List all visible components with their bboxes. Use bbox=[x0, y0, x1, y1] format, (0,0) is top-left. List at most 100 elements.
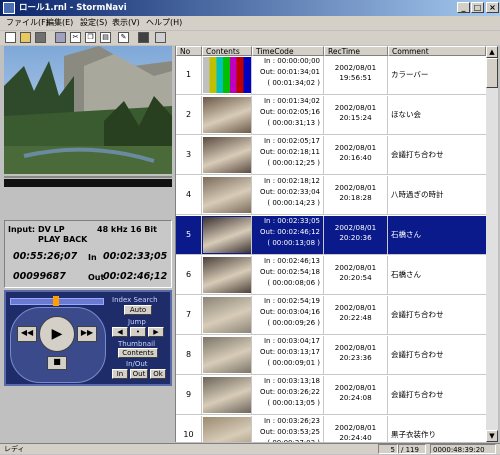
video-preview bbox=[4, 46, 172, 174]
timecode-cell: In : 00:02:54;19 Out: 00:03:04;16 ( 00:00:… bbox=[252, 296, 324, 334]
minimize-button[interactable]: _ bbox=[457, 2, 470, 13]
rectime-date: 2002/08/01 bbox=[334, 423, 377, 432]
contents-button[interactable]: Contents bbox=[118, 348, 158, 358]
capture-icon[interactable] bbox=[55, 32, 66, 43]
thumbnail-image[interactable] bbox=[202, 296, 252, 334]
row-number: 3 bbox=[176, 136, 202, 174]
timecode-dur: ( 00:00:13;08 ) bbox=[267, 239, 320, 247]
rectime-cell: 2002/08/01 20:16:40 bbox=[324, 136, 388, 174]
table-row[interactable]: 3 In : 00:02:05;17 Out: 00:02:18;11 ( 00:00… bbox=[176, 136, 486, 175]
table-row[interactable]: 2 In : 00:01:34;02 Out: 00:02:05;16 ( 00:00… bbox=[176, 96, 486, 135]
table-row[interactable]: 5 In : 00:02:33;05 Out: 00:02:46;12 ( 00:00… bbox=[176, 216, 486, 255]
thumbnail-picture bbox=[203, 337, 251, 373]
edit-icon[interactable]: ✎ bbox=[118, 32, 129, 43]
timecode-cell: In : 00:00:00;00 Out: 00:01:34;01 ( 00:01:… bbox=[252, 56, 324, 94]
rectime-time: 20:18:28 bbox=[339, 193, 372, 202]
table-row[interactable]: 1 In : 00:00:00;00 Out: 00:01:34;01 ( 00:01… bbox=[176, 56, 486, 95]
thumbnail-image[interactable] bbox=[202, 136, 252, 174]
menu-view[interactable]: 表示(V) bbox=[112, 17, 140, 29]
auto-button[interactable]: Auto bbox=[124, 305, 152, 315]
table-row[interactable]: 9 In : 00:03:13;18 Out: 00:03:26;22 ( 00:00… bbox=[176, 376, 486, 415]
comment-cell[interactable]: 石橋さん bbox=[388, 256, 486, 294]
col-contents[interactable]: Contents bbox=[202, 46, 252, 56]
thumbnail-image[interactable] bbox=[202, 416, 252, 442]
menu-edit[interactable]: 編集(E) bbox=[46, 17, 73, 29]
print-icon[interactable] bbox=[155, 32, 166, 43]
timecode-out: Out: 00:02:46;12 bbox=[260, 228, 320, 236]
menu-help[interactable]: ヘルプ(H) bbox=[146, 17, 182, 29]
comment-cell[interactable]: 会議打ち合わせ bbox=[388, 136, 486, 174]
col-timecode[interactable]: TimeCode bbox=[252, 46, 324, 56]
timecode-in: In : 00:03:26;23 bbox=[263, 417, 320, 425]
fast-forward-icon[interactable]: ▶▶ bbox=[77, 326, 97, 342]
table-row[interactable]: 4 In : 00:02:18;12 Out: 00:02:33;04 ( 00:00… bbox=[176, 176, 486, 215]
comment-cell[interactable]: 石橋さん bbox=[388, 216, 486, 254]
thumbnail-image[interactable] bbox=[202, 256, 252, 294]
stop-icon[interactable]: ■ bbox=[47, 356, 67, 370]
rewind-icon[interactable]: ◀◀ bbox=[17, 326, 37, 342]
comment-cell[interactable]: 黒子衣装作り bbox=[388, 416, 486, 442]
row-number: 6 bbox=[176, 256, 202, 294]
table-row[interactable]: 10 In : 00:03:26;23 Out: 00:03:53;25 ( 00:0… bbox=[176, 416, 486, 442]
comment-cell[interactable]: カラーバー bbox=[388, 56, 486, 94]
save-icon[interactable] bbox=[35, 32, 46, 43]
ok-button[interactable]: Ok bbox=[150, 369, 166, 379]
status-timecode: 0000:48:39:20 bbox=[430, 444, 496, 454]
jog-wheel: ▶ ◀◀ ▶▶ ■ bbox=[10, 307, 106, 383]
menu-file[interactable]: ファイル(F) bbox=[6, 17, 49, 29]
cut-icon[interactable]: ✂ bbox=[70, 32, 81, 43]
scroll-up-icon[interactable]: ▲ bbox=[486, 46, 498, 58]
new-icon[interactable] bbox=[5, 32, 16, 43]
comment-cell[interactable]: 会議打ち合わせ bbox=[388, 336, 486, 374]
play-icon[interactable]: ▶ bbox=[39, 316, 75, 352]
out-button[interactable]: Out bbox=[130, 369, 148, 379]
row-number: 5 bbox=[176, 216, 202, 254]
table-row[interactable]: 6 In : 00:02:46;13 Out: 00:02:54;18 ( 00:00… bbox=[176, 256, 486, 295]
open-icon[interactable] bbox=[20, 32, 31, 43]
thumbnail-image[interactable] bbox=[202, 176, 252, 214]
paste-icon[interactable]: ▤ bbox=[100, 32, 111, 43]
thumbnail-image[interactable] bbox=[202, 336, 252, 374]
rectime-cell: 2002/08/01 20:20:54 bbox=[324, 256, 388, 294]
grid-icon[interactable] bbox=[138, 32, 149, 43]
thumbnail-image[interactable] bbox=[202, 56, 252, 94]
comment-cell[interactable]: 会議打ち合わせ bbox=[388, 376, 486, 414]
col-no[interactable]: No bbox=[176, 46, 202, 56]
status-bar: レディ 5 / 119 0000:48:39:20 bbox=[0, 443, 500, 454]
col-comment[interactable]: Comment bbox=[388, 46, 486, 56]
thumbnail-image[interactable] bbox=[202, 376, 252, 414]
thumbnail-image[interactable] bbox=[202, 216, 252, 254]
title-bar: ロール1.rnl - StormNavi _ □ × bbox=[0, 0, 500, 16]
shuttle-slider[interactable] bbox=[10, 296, 104, 306]
timecode-out: Out: 00:03:53;25 bbox=[260, 428, 320, 436]
table-row[interactable]: 8 In : 00:03:04;17 Out: 00:03:13;17 ( 00:00… bbox=[176, 336, 486, 375]
timecode-cell: In : 00:02:05;17 Out: 00:02:18;11 ( 00:00:… bbox=[252, 136, 324, 174]
comment-cell[interactable]: 八時過ぎの時計 bbox=[388, 176, 486, 214]
slider-handle[interactable] bbox=[53, 296, 59, 306]
vertical-scrollbar[interactable]: ▲ ▼ bbox=[486, 46, 498, 442]
row-number: 1 bbox=[176, 56, 202, 94]
status-position: 5 bbox=[378, 444, 398, 454]
in-button[interactable]: In bbox=[112, 369, 128, 379]
rectime-cell: 2002/08/01 19:56:51 bbox=[324, 56, 388, 94]
maximize-button[interactable]: □ bbox=[471, 2, 484, 13]
thumbnail-label: Thumbnail bbox=[118, 340, 156, 348]
jump-forward-icon[interactable]: ▶ bbox=[148, 327, 164, 337]
comment-cell[interactable]: 会議打ち合わせ bbox=[388, 296, 486, 334]
rectime-date: 2002/08/01 bbox=[334, 263, 377, 272]
out-timecode: 00:02:46;12 bbox=[103, 271, 168, 282]
scroll-down-icon[interactable]: ▼ bbox=[486, 430, 498, 442]
in-timecode: 00:02:33;05 bbox=[103, 251, 168, 262]
col-rectime[interactable]: RecTime bbox=[324, 46, 388, 56]
close-button[interactable]: × bbox=[486, 2, 499, 13]
jump-back-icon[interactable]: ◀ bbox=[112, 327, 128, 337]
comment-cell[interactable]: ほない会 bbox=[388, 96, 486, 134]
copy-icon[interactable]: ❐ bbox=[85, 32, 96, 43]
scroll-thumb[interactable] bbox=[486, 58, 498, 88]
table-row[interactable]: 7 In : 00:02:54;19 Out: 00:03:04;16 ( 00:00… bbox=[176, 296, 486, 335]
jump-center-icon[interactable]: • bbox=[130, 327, 146, 337]
menu-settings[interactable]: 設定(S) bbox=[80, 17, 107, 29]
thumbnail-image[interactable] bbox=[202, 96, 252, 134]
input-value: DV LP bbox=[38, 225, 65, 234]
rectime-time: 20:20:36 bbox=[339, 233, 372, 242]
